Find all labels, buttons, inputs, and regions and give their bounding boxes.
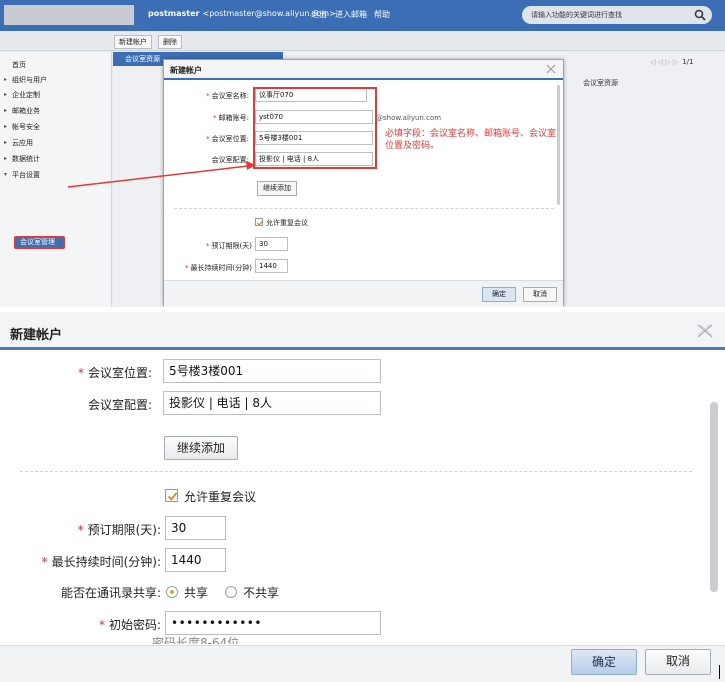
booking-limit-input[interactable]: 30 [255,237,288,251]
required-fields-note: 必填字段：会议室名称、邮箱账号、会议室位置及密码。 [385,129,557,151]
room-config-label: 会议室配置: [87,398,152,412]
logo [4,5,134,25]
room-location-label: * 会议室位置: [77,366,152,380]
delete-button[interactable]: 删除 [158,35,182,49]
allow-repeat-checkbox[interactable] [255,218,264,226]
ok-button[interactable]: 确定 [482,287,516,302]
no-share-radio[interactable] [225,586,237,598]
sidebar-item-cloud-apps[interactable]: 云应用 [12,138,33,148]
sidebar-item-mail-business[interactable]: 邮箱业务 [12,106,40,116]
sidebar-item-org-users[interactable]: 组织与用户 [12,75,47,85]
max-duration-label: * 最长持续时间(分钟) [185,264,252,272]
booking-limit-label: * 预订期限(天) [206,242,252,250]
logout-link[interactable]: 退出 [311,9,327,20]
domain-suffix: @show.aliyun.com [376,114,442,122]
dialog-header: 新建帐户 [0,312,725,350]
scrollbar[interactable] [710,402,718,592]
sidebar-item-statistics[interactable]: 数据统计 [12,154,40,164]
share-radio-label: 共享 [184,586,209,600]
scrollbar[interactable] [557,85,560,205]
room-config-input[interactable]: 投影仪 | 电话 | 8人 [163,391,381,415]
max-duration-input[interactable]: 1440 [165,548,226,572]
mail-account-label: * 邮箱账号: [213,114,249,122]
new-account-dialog-zoom: 新建帐户 * 会议室位置: 5号楼3楼001 会议室配置: 投影仪 | 电话 | … [0,312,725,682]
sidebar-item-platform-settings[interactable]: 平台设置 [12,170,40,180]
room-location-input[interactable]: 5号楼3楼001 [163,359,381,383]
page-indicator: 1/1 [682,58,694,66]
caret-right-icon: ▸ [4,155,8,162]
allow-repeat-checkbox[interactable] [165,489,178,502]
checkmark-icon [256,220,264,226]
checkmark-icon [167,492,178,501]
dialog-title: 新建帐户 [170,66,202,75]
password-hint: 密码长度8-64位 [152,637,240,644]
pager: ◁ ◁ ▷ ▷ 1/1 [650,58,694,66]
caret-right-icon: ▸ [4,139,8,146]
user-info: postmaster <postmaster@show.aliyun.com> [148,9,336,18]
overview-screenshot: postmaster <postmaster@show.aliyun.com> 退… [0,0,725,307]
cancel-button[interactable]: 取消 [523,287,557,302]
no-share-radio-label: 不共享 [243,586,280,600]
dialog-footer: 确定 取消 [164,280,563,307]
room-config-label: 会议室配置: [211,156,249,164]
max-duration-label: * 最长持续时间(分钟): [41,555,161,569]
share-in-contacts-label: 能否在通讯录共享: [60,586,161,600]
caret-right-icon: ▸ [4,91,8,98]
caret-down-icon: ▾ [4,171,8,178]
sidebar-item-account-security[interactable]: 帐号安全 [12,122,40,132]
sidebar-item-home[interactable]: 首页 [12,60,26,70]
help-link[interactable]: 帮助 [374,9,390,20]
share-radio[interactable] [166,586,178,598]
booking-limit-input[interactable]: 30 [165,516,226,540]
search-input[interactable]: 请输入功能的关键词进行查找 [522,6,712,24]
caret-right-icon: ▸ [4,76,8,83]
close-icon[interactable] [697,324,713,338]
new-account-button[interactable]: 新建帐户 [114,35,152,49]
new-account-dialog-thumbnail: 新建帐户 * 会议室名称: 议事厅070 * 邮箱账号: yst070 @show.… [163,59,564,307]
caret-right-icon: ▸ [4,123,8,130]
sidebar-item-meeting-room-management[interactable]: 会议室管理 [14,236,65,249]
divider [20,471,692,472]
max-duration-input[interactable]: 1440 [255,259,288,273]
edge-marker [719,665,720,679]
divider [174,208,554,209]
room-name-label: * 会议室名称: [206,92,249,100]
dialog-title: 新建帐户 [10,328,63,343]
dialog-header: 新建帐户 [164,60,563,80]
allow-repeat-label: 允许重复会议 [266,219,308,227]
allow-repeat-label: 允许重复会议 [184,490,257,504]
cancel-button[interactable]: 取消 [645,649,711,675]
top-bar: postmaster <postmaster@show.aliyun.com> 退… [0,0,725,31]
continue-add-button[interactable]: 继续添加 [257,181,297,196]
required-fields-highlight [253,87,377,169]
ok-button[interactable]: 确定 [571,649,637,675]
caret-right-icon: ▸ [4,107,8,114]
initial-password-label: * 初始密码: [98,618,161,632]
close-icon[interactable] [546,64,556,74]
toolbar: 新建帐户 删除 [0,31,725,51]
user-name: postmaster [148,9,200,18]
enter-mailbox-link[interactable]: 进入邮箱 [335,9,367,20]
booking-limit-label: * 预订期限(天): [77,523,161,537]
search-icon[interactable] [694,9,706,21]
initial-password-input[interactable]: •••••••••••• [165,611,381,635]
search-placeholder: 请输入功能的关键词进行查找 [531,11,622,19]
column-header-meeting-room-resources: 会议室资源 [583,79,618,87]
room-location-label: * 会议室位置: [206,135,249,143]
sidebar: 首页 ▸ 组织与用户 ▸ 企业定制 ▸ 邮箱业务 ▸ 帐号安全 ▸ 云应用 ▸ … [0,52,112,307]
continue-add-button[interactable]: 继续添加 [164,436,238,460]
sidebar-item-custom[interactable]: 企业定制 [12,90,40,100]
